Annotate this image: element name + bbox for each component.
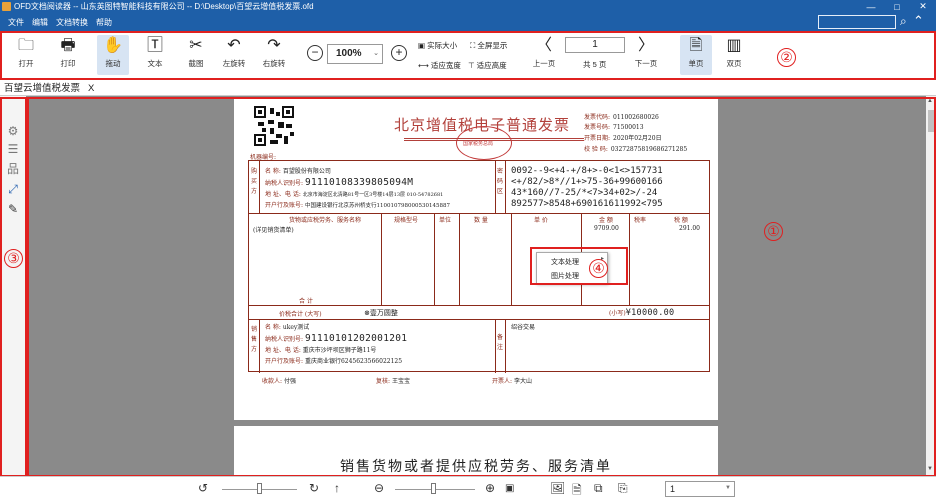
search-icon[interactable]: ⌕: [900, 14, 907, 29]
title-bar: OFD文档阅读器 -- 山东英图特智能科技有限公司 -- D:\Desktop\…: [0, 0, 936, 13]
menu-convert[interactable]: 文档转换: [56, 17, 88, 28]
pdf-icon[interactable]: ⎘: [618, 481, 628, 496]
tab-document[interactable]: 百望云增值税发票 X: [4, 80, 94, 94]
bottom-bar: ↺ ↻ ↑ ⊖ ⊕ ▣ 🖼 🗎 ⧉ ⎘ 1 ▼: [0, 476, 936, 500]
annotation-label-3: ③: [4, 249, 23, 268]
page-select[interactable]: 1 ▼: [665, 481, 735, 497]
search-input[interactable]: [818, 15, 896, 29]
close-button[interactable]: ✕: [910, 1, 936, 12]
copy-icon[interactable]: ⧉: [594, 481, 603, 496]
zoom-slider-knob[interactable]: [431, 483, 436, 494]
menu-bar: 文件 编辑 文档转换 帮助 ⌕ ⌃: [0, 13, 936, 31]
tab-bar: 百望云增值税发票 X: [0, 79, 936, 96]
image-icon[interactable]: 🖼: [550, 481, 565, 495]
annotation-box-viewer: [27, 97, 936, 477]
window-title: OFD文档阅读器 -- 山东英图特智能科技有限公司 -- D:\Desktop\…: [14, 2, 314, 11]
chevron-down-icon: ▼: [725, 485, 731, 491]
menu-edit[interactable]: 编辑: [32, 17, 48, 28]
maximize-button[interactable]: □: [884, 2, 910, 12]
tab-close-button[interactable]: X: [88, 83, 94, 94]
collapse-ribbon-icon[interactable]: ⌃: [913, 13, 924, 29]
tab-label: 百望云增值税发票: [4, 83, 81, 94]
zoom-out-icon[interactable]: ⊖: [374, 481, 384, 495]
menu-help[interactable]: 帮助: [96, 17, 112, 28]
annotation-box-context: [530, 247, 628, 285]
arrow-up-icon[interactable]: ↑: [334, 481, 340, 495]
annotation-label-1: ①: [764, 222, 783, 241]
document-icon[interactable]: 🗎: [572, 481, 582, 500]
fit-page-icon[interactable]: ▣: [505, 483, 514, 494]
annotation-label-4: ④: [589, 259, 608, 278]
rotate-right-icon[interactable]: ↻: [309, 481, 319, 495]
menu-file[interactable]: 文件: [8, 17, 24, 28]
annotation-label-2-top: ②: [777, 48, 796, 67]
minimize-button[interactable]: —: [858, 2, 884, 12]
rotate-slider-knob[interactable]: [257, 483, 262, 494]
rotate-left-icon[interactable]: ↺: [198, 481, 208, 495]
app-logo-icon: [2, 2, 11, 11]
zoom-in-icon[interactable]: ⊕: [485, 481, 495, 495]
annotation-box-sidebar: [0, 97, 27, 477]
page-select-value: 1: [670, 484, 676, 494]
